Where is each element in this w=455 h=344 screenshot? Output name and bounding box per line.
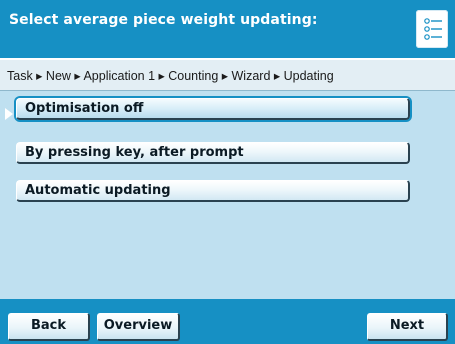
breadcrumb: Task ▸ New ▸ Application 1 ▸ Counting ▸ … xyxy=(7,69,334,83)
breadcrumb-bar: Task ▸ New ▸ Application 1 ▸ Counting ▸ … xyxy=(0,58,455,91)
option-automatic-updating[interactable]: Automatic updating xyxy=(16,180,410,202)
back-button[interactable]: Back xyxy=(8,313,90,341)
footer-bar: Back Overview Next xyxy=(0,299,455,344)
option-label: Automatic updating xyxy=(25,183,171,198)
page-title: Select average piece weight updating: xyxy=(9,12,318,28)
next-button[interactable]: Next xyxy=(367,313,448,341)
option-by-pressing-key[interactable]: By pressing key, after prompt xyxy=(16,142,410,164)
overview-button[interactable]: Overview xyxy=(97,313,180,341)
back-label: Back xyxy=(30,318,67,333)
selection-arrow-icon xyxy=(5,108,13,120)
list-menu-icon xyxy=(424,18,442,40)
header-bar: Select average piece weight updating: xyxy=(0,0,455,58)
next-label: Next xyxy=(389,318,425,333)
option-label: By pressing key, after prompt xyxy=(25,145,244,160)
option-optimisation-off[interactable]: Optimisation off xyxy=(16,98,410,120)
terminal-screen: Select average piece weight updating: Ta… xyxy=(0,0,455,344)
overview-label: Overview xyxy=(103,318,173,333)
option-label: Optimisation off xyxy=(25,101,144,116)
menu-button[interactable] xyxy=(416,10,448,48)
